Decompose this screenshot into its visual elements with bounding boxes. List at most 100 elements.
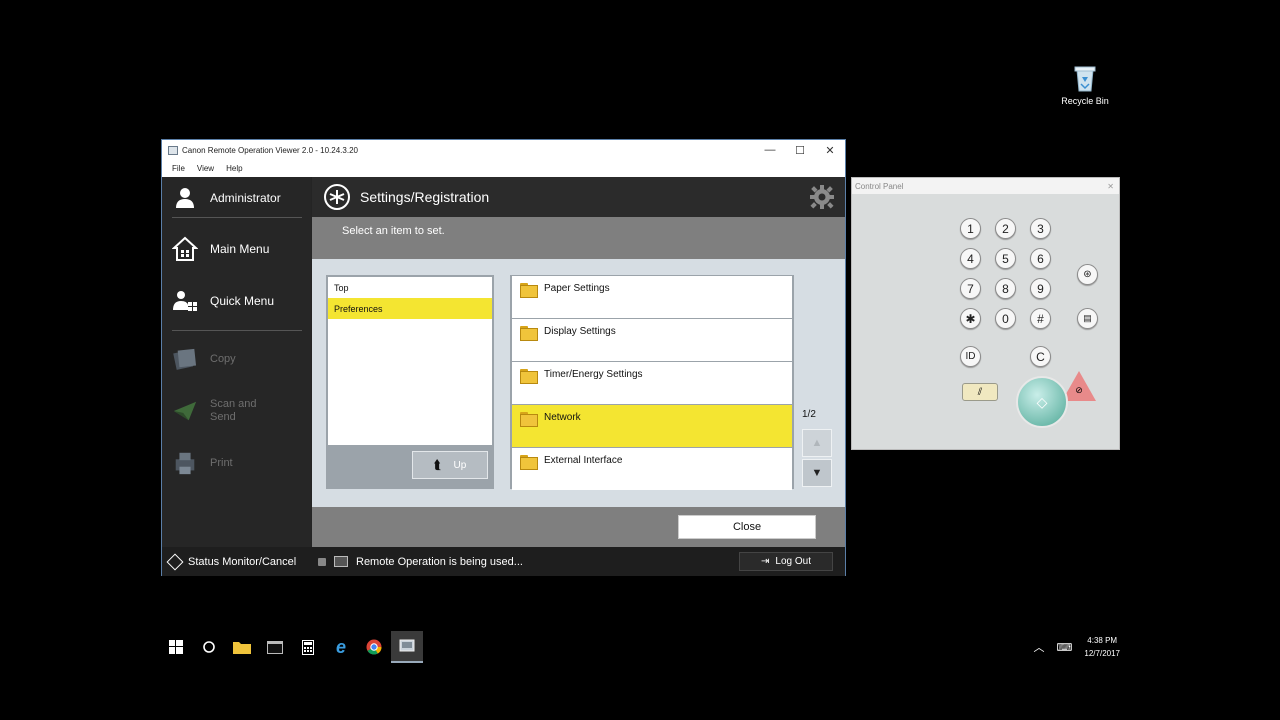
clock[interactable]: 4:38 PM 12/7/2017 [1084,634,1120,660]
keyboard-icon[interactable]: ⌨ [1057,641,1073,654]
key-3[interactable]: 3 [1030,218,1051,239]
clear-key[interactable]: C [1030,346,1051,367]
sidebar-item-main-menu[interactable]: Main Menu [172,236,269,262]
key-9[interactable]: 9 [1030,278,1051,299]
start-button[interactable]: ◇ [1016,376,1068,428]
search-button[interactable] [193,631,225,663]
sidebar-item-label: Print [210,457,233,469]
close-button[interactable]: Close [678,515,816,539]
clock-time: 4:38 PM [1087,636,1118,645]
scroll-up-button[interactable]: ▲ [802,429,832,457]
key-asterisk[interactable]: ✱ [960,308,981,329]
settings-list: Paper Settings Display Settings Timer/En… [510,275,794,490]
taskbar: e ︿ ⌨ 4:38 PM 12/7/2017 [0,630,1280,664]
device-screen: Administrator Main Menu Quick Menu Copy … [162,177,845,576]
recycle-bin[interactable]: Recycle Bin [1058,64,1112,106]
chevron-up-icon[interactable]: ︿ [1034,639,1045,655]
recycle-bin-icon [1072,64,1098,92]
file-explorer-button[interactable] [226,631,258,663]
copy-icon [172,346,198,372]
menu-file[interactable]: File [166,164,191,173]
status-monitor-button[interactable]: Status Monitor/Cancel [162,553,312,570]
counter-key[interactable]: ▤ [1077,308,1098,329]
list-item-external-interface[interactable]: External Interface [512,448,792,490]
windows-icon [169,640,183,654]
control-panel-title-bar[interactable]: Control Panel ✕ [852,178,1119,194]
calculator-button[interactable] [292,631,324,663]
key-0[interactable]: 0 [995,308,1016,329]
calculator-icon [302,639,314,655]
start-menu-button[interactable] [160,631,192,663]
folder-icon [520,369,538,384]
list-item-timer-energy-settings[interactable]: Timer/Energy Settings [512,362,792,404]
key-1[interactable]: 1 [960,218,981,239]
key-8[interactable]: 8 [995,278,1016,299]
minimize-button[interactable]: — [755,140,785,160]
internet-explorer-button[interactable]: e [325,631,357,663]
print-icon [172,450,198,476]
control-panel-window: Control Panel ✕ 1 2 3 4 5 6 7 8 9 ✱ 0 # … [851,177,1120,450]
id-key[interactable]: ID [960,346,981,367]
logout-button[interactable]: ⇥ Log Out [739,552,833,571]
key-4[interactable]: 4 [960,248,981,269]
maximize-button[interactable]: ☐ [785,140,815,160]
tree-item-top[interactable]: Top [328,277,492,298]
title-bar[interactable]: Canon Remote Operation Viewer 2.0 - 10.2… [162,140,845,160]
remote-viewer-app-icon [399,639,415,652]
recycle-bin-label: Recycle Bin [1061,96,1109,106]
folder-icon [520,412,538,427]
sidebar-divider [172,217,302,218]
up-arrow-icon: ⮬ [433,457,442,472]
user-icon [172,185,198,211]
sidebar-divider [172,330,302,331]
menu-view[interactable]: View [191,164,220,173]
lock-icon [318,557,326,566]
folder-icon [520,326,538,341]
settings-key[interactable]: ⊛ [1077,264,1098,285]
sidebar-item-label: Quick Menu [210,294,275,308]
navigation-tree: Top Preferences ⮬ Up [326,275,494,489]
list-item-network[interactable]: Network [512,405,792,447]
gear-icon[interactable] [809,184,835,210]
settings-body: Top Preferences ⮬ Up Paper Settings Disp… [312,259,845,507]
sidebar-item-copy[interactable]: Copy [172,346,236,372]
chrome-button[interactable] [358,631,390,663]
list-item-display-settings[interactable]: Display Settings [512,319,792,361]
key-6[interactable]: 6 [1030,248,1051,269]
remote-viewer-window: Canon Remote Operation Viewer 2.0 - 10.2… [161,139,846,576]
desktop: Recycle Bin Canon Remote Operation Viewe… [0,0,1280,720]
list-item-paper-settings[interactable]: Paper Settings [512,276,792,318]
key-2[interactable]: 2 [995,218,1016,239]
sidebar-item-label: Administrator [210,191,281,205]
settings-registration-icon: ⊛ [1083,269,1092,280]
menu-help[interactable]: Help [220,164,248,173]
energy-saver-button[interactable]: ⫽ [962,383,998,401]
sidebar-item-print[interactable]: Print [172,450,233,476]
up-button[interactable]: ⮬ Up [412,451,488,479]
sidebar-item-scan-and-send[interactable]: Scan and Send [172,398,256,424]
scroll-down-button[interactable]: ▼ [802,459,832,487]
remote-viewer-taskbar-button[interactable] [391,631,423,663]
instruction-text: Select an item to set. [342,225,445,237]
tree-item-preferences[interactable]: Preferences [328,298,492,319]
key-hash[interactable]: # [1030,308,1051,329]
scan-send-label-line1: Scan and [210,398,257,410]
page-header: Settings/Registration [312,177,845,217]
close-window-button[interactable]: ✕ [815,140,845,160]
key-5[interactable]: 5 [995,248,1016,269]
command-prompt-button[interactable] [259,631,291,663]
folder-icon [233,642,251,654]
clock-date: 12/7/2017 [1084,649,1120,658]
scan-send-label-line2: Send [210,411,236,423]
energy-saver-icon: ⫽ [977,386,983,398]
up-button-label: Up [453,459,467,471]
key-7[interactable]: 7 [960,278,981,299]
list-item-label: External Interface [544,455,623,466]
triangle-up-icon: ▲ [811,437,823,449]
sidebar-item-administrator[interactable]: Administrator [172,185,281,211]
control-panel-close-button[interactable]: ✕ [1107,182,1114,191]
window-title: Canon Remote Operation Viewer 2.0 - 10.2… [182,145,358,155]
quick-menu-icon [172,288,198,314]
logout-icon: ⇥ [761,556,770,567]
sidebar-item-quick-menu[interactable]: Quick Menu [172,288,274,314]
